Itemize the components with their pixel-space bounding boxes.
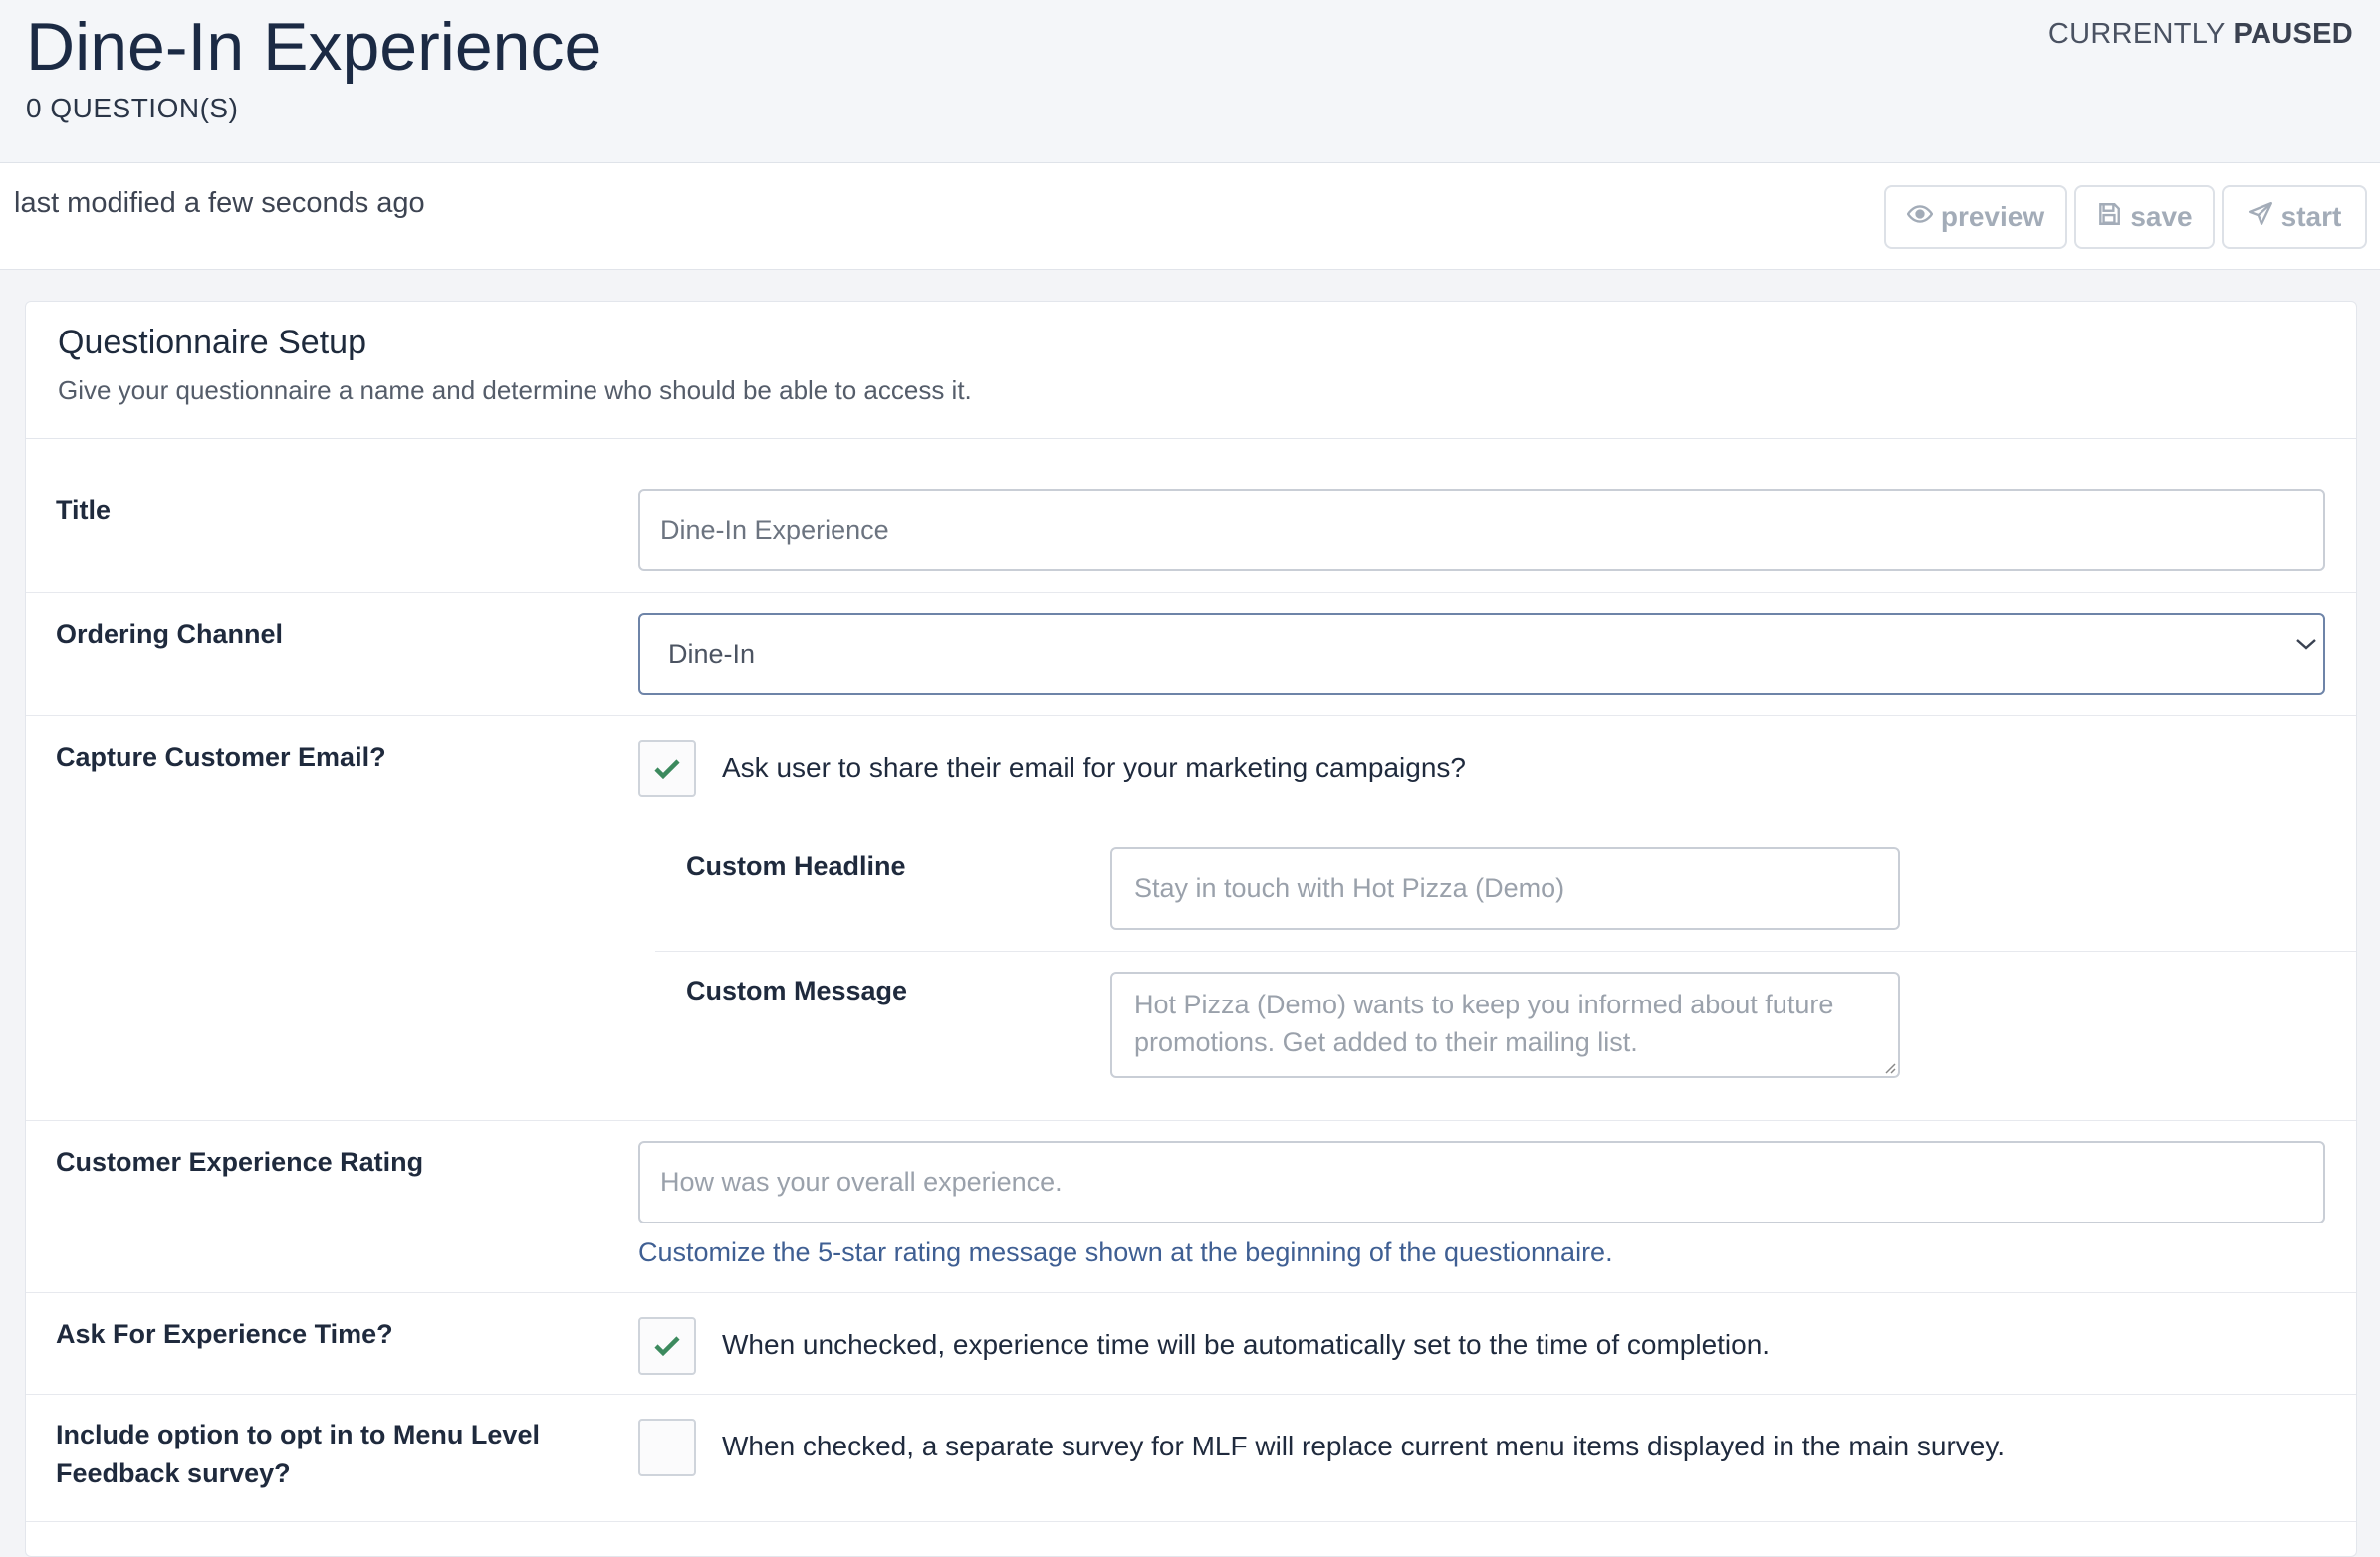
custom-message-placeholder: Hot Pizza (Demo) wants to keep you infor… <box>1134 990 1834 1057</box>
capture-email-label: Capture Customer Email? <box>56 742 386 772</box>
row-divider <box>26 1292 2356 1293</box>
title-input-value: Dine-In Experience <box>660 515 889 545</box>
menu-level-feedback-label: Include option to opt in to Menu Level F… <box>56 1420 540 1488</box>
experience-time-label: Ask For Experience Time? <box>56 1319 393 1349</box>
ordering-channel-label: Ordering Channel <box>56 619 284 649</box>
resize-grip-icon[interactable] <box>1882 1060 1896 1074</box>
row-divider <box>655 951 2356 952</box>
paper-plane-icon <box>2248 201 2273 234</box>
question-count: 0 QUESTION(S) <box>26 93 239 123</box>
menu-level-feedback-checkbox[interactable] <box>638 1419 696 1476</box>
custom-headline-input[interactable]: Stay in touch with Hot Pizza (Demo) <box>1110 847 1900 930</box>
start-label: start <box>2280 201 2342 232</box>
capture-email-text: Ask user to share their email for your m… <box>722 752 1466 782</box>
experience-time-text: When unchecked, experience time will be … <box>722 1329 1771 1360</box>
card-title: Questionnaire Setup <box>58 324 366 361</box>
experience-rating-hint: Customize the 5-star rating message show… <box>638 1237 1613 1267</box>
save-label: save <box>2130 201 2193 232</box>
experience-rating-label: Customer Experience Rating <box>56 1147 424 1177</box>
start-button[interactable]: start <box>2222 185 2367 249</box>
custom-headline-label: Custom Headline <box>686 851 906 881</box>
preview-label: preview <box>1940 201 2045 232</box>
status-prefix: CURRENTLY <box>2047 18 2226 50</box>
floppy-disk-icon <box>2096 201 2122 234</box>
row-divider <box>26 1120 2356 1121</box>
menu-level-feedback-text: When checked, a separate survey for MLF … <box>722 1431 2006 1461</box>
page-title: Dine-In Experience <box>26 9 602 85</box>
status-value: PAUSED <box>2233 18 2353 50</box>
experience-rating-placeholder: How was your overall experience. <box>660 1167 1063 1197</box>
experience-rating-input[interactable]: How was your overall experience. <box>638 1141 2325 1223</box>
capture-email-checkbox[interactable] <box>638 740 696 797</box>
custom-message-textarea[interactable]: Hot Pizza (Demo) wants to keep you infor… <box>1110 972 1900 1078</box>
ordering-channel-value: Dine-In <box>668 638 756 669</box>
chevron-down-icon <box>2296 639 2316 650</box>
row-divider <box>26 592 2356 593</box>
checkmark-icon <box>654 1336 680 1357</box>
row-divider <box>26 715 2356 716</box>
page-header: Dine-In Experience 0 QUESTION(S) CURRENT… <box>0 0 2380 163</box>
row-divider <box>26 1394 2356 1395</box>
checkmark-icon <box>654 759 680 779</box>
title-label: Title <box>56 495 112 525</box>
eye-icon <box>1906 201 1934 234</box>
last-modified-text: last modified a few seconds ago <box>14 187 425 219</box>
save-button[interactable]: save <box>2074 185 2215 249</box>
preview-button[interactable]: preview <box>1884 185 2067 249</box>
custom-headline-placeholder: Stay in touch with Hot Pizza (Demo) <box>1134 873 1565 903</box>
toolbar: last modified a few seconds ago preview … <box>0 163 2380 270</box>
experience-time-checkbox[interactable] <box>638 1317 696 1375</box>
title-input[interactable]: Dine-In Experience <box>638 489 2325 571</box>
card-header: Questionnaire Setup Give your questionna… <box>26 302 2356 439</box>
status-indicator: CURRENTLY PAUSED <box>2048 18 2353 51</box>
questionnaire-setup-card: Questionnaire Setup Give your questionna… <box>25 301 2357 1557</box>
custom-message-label: Custom Message <box>686 976 908 1005</box>
row-divider <box>26 1521 2356 1522</box>
card-subtitle: Give your questionnaire a name and deter… <box>58 375 972 405</box>
ordering-channel-select[interactable]: Dine-In <box>638 613 2325 695</box>
